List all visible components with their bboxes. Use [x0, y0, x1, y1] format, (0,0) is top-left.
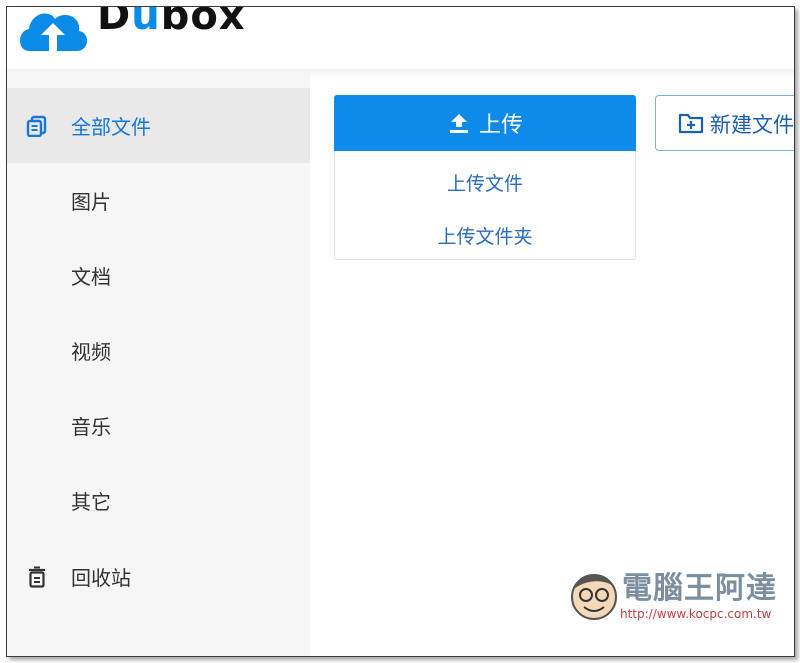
upload-button-label: 上传 [478, 113, 523, 138]
app-window: Dubox 全部文件 图片 文档 视频 音乐 其它 回收站 上传 上传文件 上传… [6, 6, 795, 657]
app-logo-text: Dubox [97, 6, 246, 39]
sidebar-item-label: 图片 [71, 190, 111, 214]
watermark-title: 電腦王阿達 [622, 571, 777, 606]
sidebar-item-all-files[interactable]: 全部文件 [7, 88, 310, 163]
upload-folder-menu-item[interactable]: 上传文件夹 [335, 222, 635, 249]
header: Dubox [7, 7, 794, 69]
sidebar: 全部文件 图片 文档 视频 音乐 其它 回收站 [7, 73, 310, 656]
sidebar-item-other[interactable]: 其它 [7, 463, 310, 538]
folder-plus-icon [678, 113, 704, 134]
cloud-upload-logo-icon [20, 13, 88, 52]
sidebar-item-images[interactable]: 图片 [7, 163, 310, 238]
sidebar-item-documents[interactable]: 文档 [7, 238, 310, 313]
files-icon [26, 115, 47, 137]
watermark: 電腦王阿達 http://www.kocpc.com.tw [568, 563, 780, 625]
upload-file-menu-item[interactable]: 上传文件 [335, 169, 635, 196]
trash-icon [29, 566, 45, 588]
sidebar-item-label: 音乐 [71, 415, 111, 439]
sidebar-item-label: 全部文件 [71, 115, 151, 139]
watermark-url: http://www.kocpc.com.tw [620, 607, 772, 621]
upload-icon [449, 114, 468, 133]
sidebar-item-label: 视频 [71, 340, 111, 364]
sidebar-item-videos[interactable]: 视频 [7, 313, 310, 388]
sidebar-item-recycle-bin[interactable]: 回收站 [7, 539, 310, 614]
upload-dropdown: 上传 上传文件 上传文件夹 [334, 95, 636, 260]
mascot-face-icon [571, 574, 617, 620]
sidebar-item-label: 回收站 [71, 566, 131, 590]
new-folder-button-label: 新建文件 [710, 113, 794, 137]
upload-button[interactable]: 上传 [334, 95, 636, 151]
sidebar-item-label: 其它 [71, 490, 111, 514]
new-folder-button[interactable]: 新建文件 [655, 95, 794, 151]
sidebar-item-music[interactable]: 音乐 [7, 388, 310, 463]
sidebar-item-label: 文档 [71, 265, 111, 289]
